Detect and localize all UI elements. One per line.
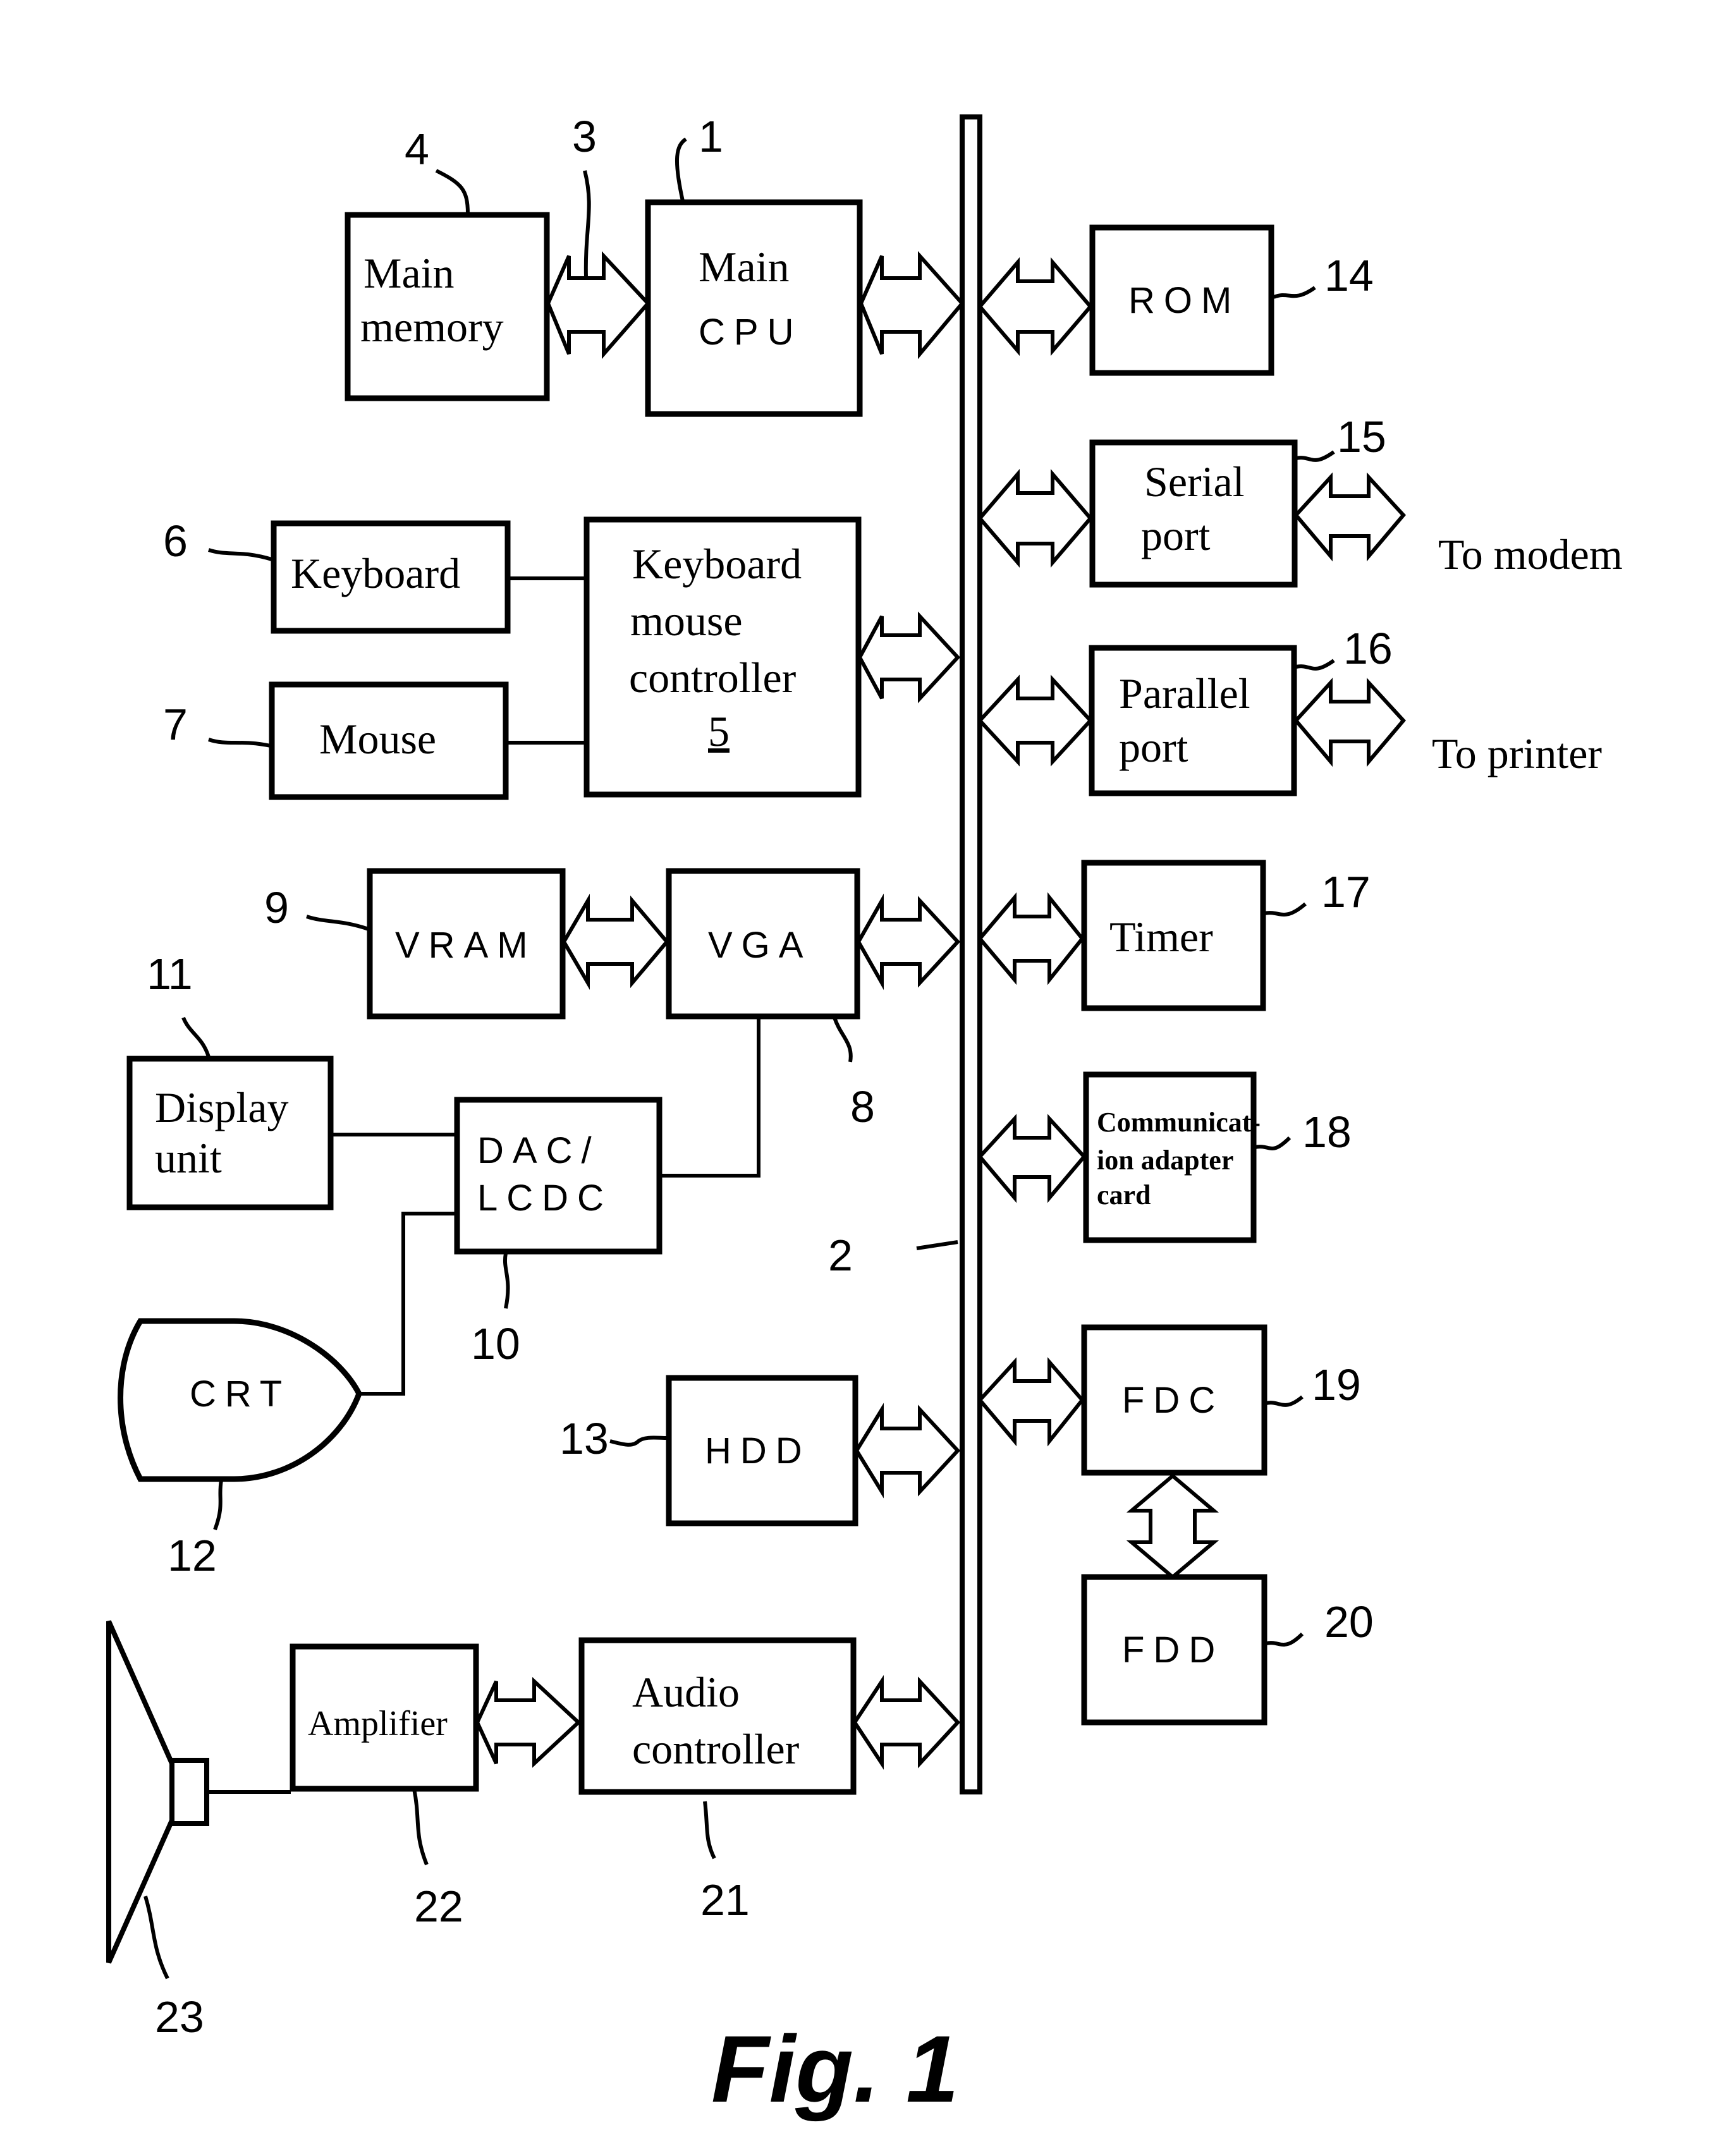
ref-fdc: 19 <box>1312 1360 1361 1410</box>
crt-label: CRT <box>190 1373 291 1415</box>
serial-port-line1: Serial <box>1144 458 1245 506</box>
ref-vga: 8 <box>850 1082 875 1131</box>
main-cpu-line1: Main <box>699 243 790 291</box>
mouse-label: Mouse <box>319 715 436 763</box>
mouse-block: Mouse 7 <box>163 681 509 800</box>
hdd-bus-arrow <box>854 1403 961 1499</box>
ref-fdd: 20 <box>1324 1597 1374 1647</box>
ref-vram: 9 <box>264 883 289 932</box>
keyboard-label: Keyboard <box>291 549 460 597</box>
to-printer-label: To printer <box>1432 729 1602 777</box>
fdd-block: FDD 20 <box>1081 1574 1374 1726</box>
audio-bus-arrow <box>852 1675 961 1770</box>
block-diagram: 2 Main memory 4 Main CPU 1 3 ROM 14 Seri… <box>106 112 1623 2122</box>
ref-timer: 17 <box>1321 867 1371 917</box>
ref-comm-adapter: 18 <box>1302 1107 1352 1157</box>
audio-ctrl-line2: controller <box>632 1725 800 1773</box>
comm-adapter-line3: card <box>1097 1179 1151 1210</box>
parallel-port-line1: Parallel <box>1119 669 1250 717</box>
ref-crt: 12 <box>168 1531 217 1580</box>
main-cpu-block: Main CPU 1 <box>645 112 863 417</box>
ref-main-memory: 4 <box>405 125 429 174</box>
audio-controller-block: Audio controller 21 <box>578 1637 857 1925</box>
amp-audio-arrow <box>475 1677 582 1768</box>
vram-vga-arrow <box>561 893 669 990</box>
amplifier-label: Amplifier <box>308 1704 448 1743</box>
timer-label: Timer <box>1109 913 1213 961</box>
figure-caption: Fig. 1 <box>711 2016 959 2122</box>
fdc-fdd-arrow <box>1126 1473 1219 1580</box>
display-unit-line1: Display <box>155 1083 289 1131</box>
main-memory-line1: Main <box>363 249 455 297</box>
ref-parallel-port: 16 <box>1343 624 1393 673</box>
kmc-bus-arrow <box>857 611 961 703</box>
bus-leader <box>916 1240 958 1250</box>
ref-bus: 2 <box>828 1231 853 1280</box>
fdd-label: FDD <box>1122 1629 1224 1671</box>
audio-ctrl-line1: Audio <box>632 1668 740 1716</box>
display-unit-block: Display unit 11 <box>126 949 334 1210</box>
ref-amplifier: 22 <box>414 1882 463 1931</box>
vram-label: VRAM <box>395 925 537 966</box>
ref-main-cpu: 1 <box>699 112 723 161</box>
main-memory-line2: memory <box>360 303 504 351</box>
ref-local-bus: 3 <box>572 112 597 161</box>
speaker-icon: 23 <box>106 1620 209 2042</box>
vga-label: VGA <box>708 925 812 966</box>
rom-block: ROM 14 <box>1089 224 1374 376</box>
cpu-bus-arrow <box>858 251 965 360</box>
ref-rom: 14 <box>1324 251 1374 300</box>
amplifier-block: Amplifier 22 <box>290 1643 479 1931</box>
ref-display-unit: 11 <box>147 949 193 999</box>
vga-block: VGA 8 <box>666 868 875 1131</box>
main-cpu-line2: CPU <box>699 312 802 353</box>
serial-out-arrow <box>1293 472 1406 562</box>
comm-adapter-block: Communicat- ion adapter card 18 <box>1083 1071 1352 1243</box>
fdc-bus-arrow <box>977 1356 1085 1447</box>
kbd-mouse-controller-block: Keyboard mouse controller 5 <box>583 516 862 798</box>
ref-keyboard: 6 <box>163 516 188 566</box>
ref-hdd: 13 <box>559 1414 609 1463</box>
vram-block: VRAM 9 <box>264 868 566 1020</box>
ref-dac-lcdc: 10 <box>471 1319 520 1368</box>
hdd-label: HDD <box>705 1430 811 1471</box>
rom-label: ROM <box>1128 280 1240 321</box>
vga-bus-arrow <box>856 893 961 990</box>
kmc-line1: Keyboard <box>632 540 802 588</box>
display-unit-line2: unit <box>155 1134 222 1182</box>
system-bus <box>960 114 982 1794</box>
serial-port-line2: port <box>1141 511 1211 559</box>
dac-lcdc-line1: DAC/ <box>477 1130 601 1171</box>
rom-bus-arrow <box>977 257 1093 356</box>
timer-block: Timer 17 <box>1081 860 1371 1011</box>
parallel-out-arrow <box>1293 678 1406 767</box>
kmc-line3: controller <box>629 654 797 702</box>
parallel-port-line2: port <box>1119 723 1188 771</box>
ref-audio-ctrl: 21 <box>700 1875 750 1925</box>
timer-bus-arrow <box>977 892 1085 985</box>
kmc-line2: mouse <box>630 597 743 645</box>
keyboard-block: Keyboard 6 <box>163 516 511 634</box>
comm-adapter-line2: ion adapter <box>1097 1145 1233 1176</box>
comm-adapter-line1: Communicat- <box>1097 1107 1261 1138</box>
ref-speaker: 23 <box>155 1992 204 2042</box>
main-memory-block: Main memory 4 <box>345 125 550 401</box>
dac-lcdc-line2: LCDC <box>477 1178 613 1219</box>
dac-lcdc-block: DAC/ LCDC 10 <box>454 1097 663 1368</box>
comm-bus-arrow <box>977 1114 1087 1203</box>
kmc-ref: 5 <box>708 707 730 755</box>
local-bus-arrow: 3 <box>546 112 651 359</box>
ref-mouse: 7 <box>163 700 188 749</box>
fdc-label: FDC <box>1122 1380 1224 1421</box>
serial-bus-arrow <box>977 468 1093 568</box>
vga-dac-link <box>661 1018 760 1178</box>
fdc-block: FDC 19 <box>1081 1324 1361 1476</box>
hdd-block: HDD 13 <box>559 1375 858 1526</box>
crt-dac-link <box>360 1212 455 1396</box>
ref-serial-port: 15 <box>1337 412 1386 461</box>
to-modem-label: To modem <box>1438 530 1623 578</box>
crt-block: CRT 12 <box>118 1318 362 1580</box>
parallel-bus-arrow <box>977 674 1094 767</box>
